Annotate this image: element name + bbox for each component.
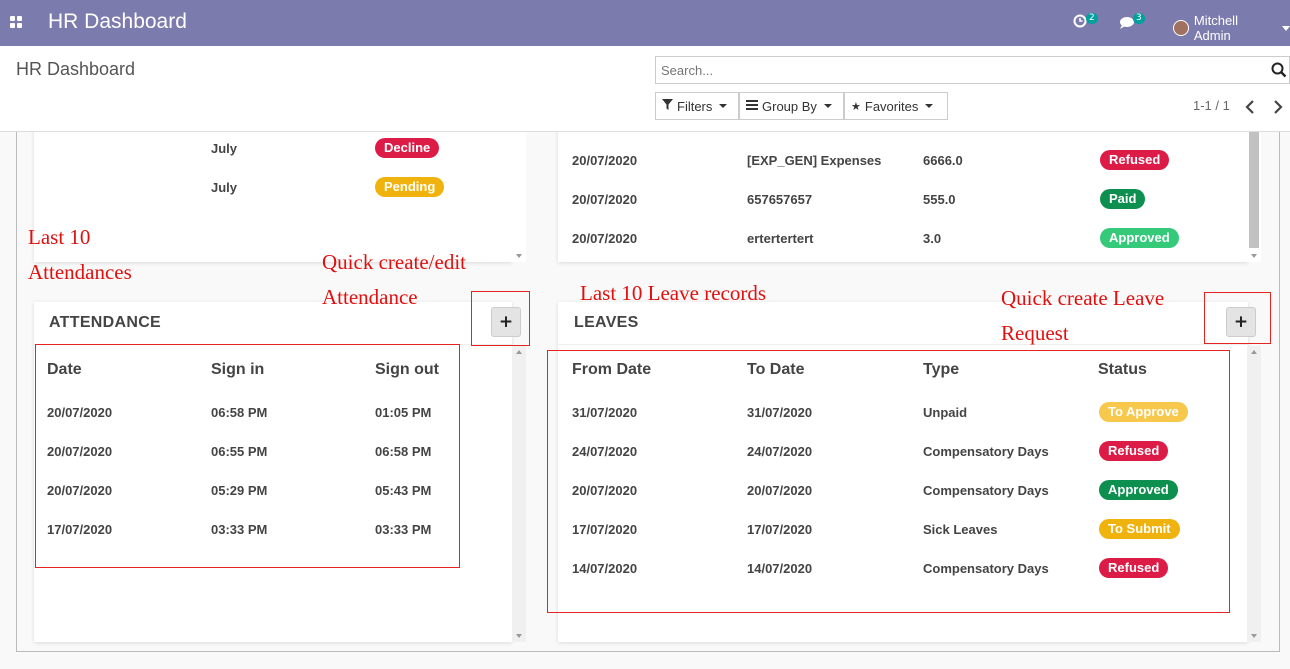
search-input[interactable] [656, 57, 1256, 83]
annotation-box-add-attendance [471, 291, 530, 346]
annotation-quick-attendance: Quick create/edit Attendance [322, 245, 466, 315]
annotation-line: Attendances [28, 260, 132, 284]
bars-icon [746, 99, 758, 113]
expense-date: 20/07/2020 [572, 192, 638, 207]
group-by-button[interactable]: Group By [739, 92, 844, 120]
app-title: HR Dashboard [48, 10, 187, 33]
expense-name: [EXP_GEN] Expenses [747, 153, 882, 168]
status-badge: Decline [375, 138, 440, 158]
attendance-scrollbar[interactable] [512, 346, 526, 642]
scroll-up-arrow[interactable] [516, 350, 522, 354]
expenses-scrollbar[interactable] [1247, 132, 1261, 262]
attendance-title: ATTENDANCE [49, 314, 162, 331]
filters-label: Filters [677, 98, 713, 114]
filters-button[interactable]: Filters [655, 92, 739, 120]
top-navbar: HR Dashboard 2 3 Mitchell Admin [0, 0, 1290, 46]
status-badge: Pending [375, 177, 445, 197]
scroll-thumb[interactable] [1249, 132, 1259, 248]
status-badge: Approved [1100, 228, 1179, 248]
control-panel: HR Dashboard Filters Group By ★ Favorite… [0, 46, 1290, 132]
annotation-line: Attendance [322, 285, 418, 309]
annotation-last-10-attendances: Last 10 Attendances [28, 220, 132, 290]
pager-previous-button[interactable] [1245, 99, 1257, 114]
pager-next-button[interactable] [1273, 99, 1285, 114]
status-badge: Refused [1100, 150, 1170, 170]
messages-count-badge: 3 [1133, 13, 1145, 24]
annotation-box-attendance-table [35, 344, 460, 568]
search-icon[interactable] [1271, 62, 1287, 78]
apps-menu-icon[interactable] [10, 16, 23, 29]
expense-date: 20/07/2020 [572, 153, 638, 168]
leaves-title: LEAVES [574, 314, 639, 331]
user-menu[interactable]: Mitchell Admin [1173, 13, 1290, 43]
favorites-button[interactable]: ★ Favorites [844, 92, 948, 120]
activity-icon[interactable] [1073, 13, 1087, 32]
filter-icon [662, 99, 673, 113]
scroll-down-arrow[interactable] [516, 634, 522, 638]
expense-amount: 555.0 [923, 192, 956, 207]
scroll-up-arrow[interactable] [1251, 350, 1257, 354]
expense-date: 20/07/2020 [572, 231, 638, 246]
leaves-scrollbar[interactable] [1247, 346, 1261, 642]
scroll-down-arrow[interactable] [516, 254, 522, 258]
annotation-box-add-leave [1204, 292, 1271, 344]
month-cell: July [211, 180, 238, 195]
annotation-box-leaves-table [547, 350, 1230, 613]
annotation-quick-leave: Quick create Leave Request [1001, 281, 1164, 351]
chevron-left-icon [1245, 100, 1254, 114]
chevron-down-icon [823, 104, 832, 108]
expense-name: 657657657 [747, 192, 813, 207]
chevron-right-icon [1274, 100, 1283, 114]
top-left-scrollbar[interactable] [512, 132, 526, 262]
chevron-down-icon [719, 104, 728, 108]
chevron-down-icon [1282, 25, 1290, 31]
annotation-line: Quick create/edit [322, 250, 467, 274]
month-cell: July [211, 141, 238, 156]
expense-name: ertertertert [747, 231, 814, 246]
star-icon: ★ [851, 100, 861, 113]
expense-amount: 3.0 [923, 231, 942, 246]
scroll-down-arrow[interactable] [1251, 634, 1257, 638]
annotation-line: Request [1001, 321, 1069, 345]
annotation-last-10-leaves: Last 10 Leave records [580, 281, 766, 305]
scroll-down-arrow[interactable] [1251, 254, 1257, 258]
status-badge: Paid [1100, 189, 1146, 209]
chevron-down-icon [925, 104, 934, 108]
user-avatar [1173, 20, 1189, 36]
user-name: Mitchell Admin [1193, 13, 1238, 43]
group-by-label: Group By [762, 98, 817, 114]
annotation-line: Quick create Leave [1001, 286, 1165, 310]
search-bar [655, 56, 1290, 84]
annotation-line: Last 10 [28, 225, 91, 249]
pager-value: 1-1 / 1 [1193, 98, 1230, 113]
favorites-label: Favorites [864, 98, 919, 114]
breadcrumb: HR Dashboard [16, 59, 136, 79]
expense-amount: 6666.0 [923, 153, 963, 168]
activity-count-badge: 2 [1086, 13, 1098, 24]
